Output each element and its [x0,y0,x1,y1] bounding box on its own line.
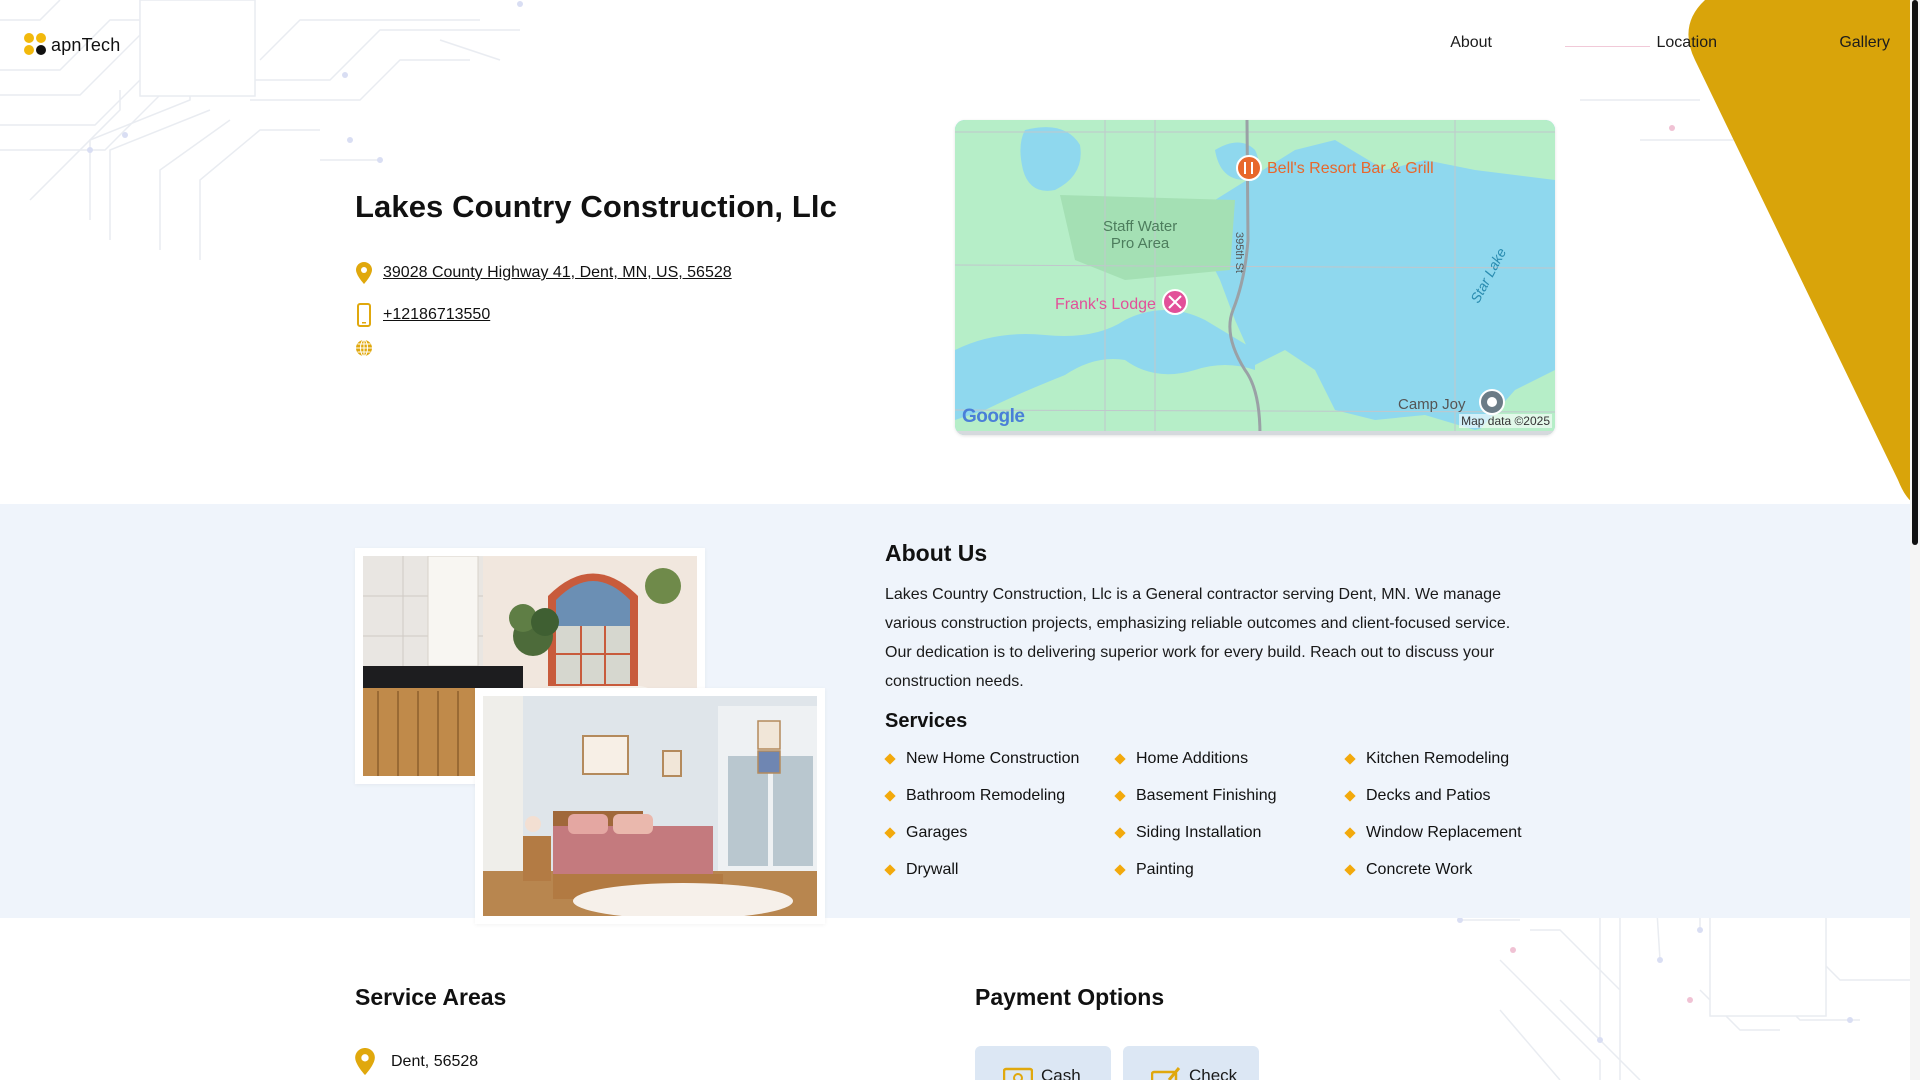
payment-cash-label: Cash [1041,1066,1081,1080]
service-item: Kitchen Remodeling [1344,750,1510,768]
service-item: Window Replacement [1344,824,1522,842]
service-label: Decks and Patios [1366,787,1491,804]
scrollbar-thumb[interactable] [1912,0,1918,545]
payment-cash[interactable]: Cash [975,1046,1111,1080]
services-title: Services [885,710,968,732]
nav-divider [1565,46,1650,47]
nav-about[interactable]: About [1450,34,1492,52]
service-label: Window Replacement [1366,824,1522,841]
service-label: Painting [1136,861,1194,878]
hero-section: Lakes Country Construction, Llc 39028 Co… [0,92,1920,504]
map-label-staff-line2: Pro Area [1110,235,1170,252]
diamond-bullet-icon [1344,827,1356,839]
diamond-bullet-icon [1114,753,1126,765]
service-item: New Home Construction [884,750,1080,768]
service-item: Siding Installation [1114,824,1262,842]
globe-icon[interactable] [355,339,373,357]
service-item: Decks and Patios [1344,787,1491,805]
diamond-bullet-icon [1114,827,1126,839]
location-map[interactable]: Bell's Resort Bar & Grill Frank's Lodge … [955,120,1555,435]
payment-check-label: Check [1189,1066,1238,1080]
map-label-bells-resort[interactable]: Bell's Resort Bar & Grill [1267,160,1434,178]
service-item: Basement Finishing [1114,787,1277,805]
website-row [355,339,383,357]
logo-mark-icon [24,33,48,57]
diamond-bullet-icon [884,753,896,765]
google-logo-text: Google [962,406,1025,427]
nav-location[interactable]: Location [1657,34,1718,52]
diamond-bullet-icon [1114,790,1126,802]
service-label: Garages [906,824,968,841]
diamond-bullet-icon [1344,864,1356,876]
logo-text: apnTech [51,34,121,55]
areas-payment-section: Service Areas Dent, 56528 Payment Option… [0,918,1920,1080]
payment-options-title: Payment Options [975,984,1165,1010]
about-section: About Us Lakes Country Construction, Llc… [0,504,1910,924]
phone-row: +12186713550 [355,303,490,327]
map-label-camp-joy[interactable]: Camp Joy [1398,396,1466,413]
map-pin-icon [355,1048,375,1075]
cash-icon [1003,1066,1033,1080]
payment-check[interactable]: Check [1123,1046,1259,1080]
business-name: Lakes Country Construction, Llc [355,189,837,224]
service-label: Home Additions [1136,750,1249,767]
logo[interactable]: apnTech [24,32,120,58]
bedroom-photo [475,688,825,924]
service-areas-title: Service Areas [355,984,507,1010]
diamond-bullet-icon [884,864,896,876]
diamond-bullet-icon [1344,753,1356,765]
service-item: Painting [1114,861,1194,879]
service-area-item: Dent, 56528 [355,1048,478,1075]
about-title: About Us [885,540,988,566]
map-label-franks-lodge[interactable]: Frank's Lodge [1055,296,1156,314]
map-label-staff-water: Staff Water Pro Area [1103,218,1177,252]
diamond-bullet-icon [884,827,896,839]
service-item: Home Additions [1114,750,1249,768]
service-item: Garages [884,824,968,842]
diamond-bullet-icon [1344,790,1356,802]
service-label: Concrete Work [1366,861,1473,878]
check-icon [1151,1066,1181,1080]
service-item: Concrete Work [1344,861,1473,879]
service-label: Siding Installation [1136,824,1262,841]
map-pin-icon [355,262,373,284]
service-area-label: Dent, 56528 [391,1052,479,1070]
map-label-staff-line1: Staff Water [1103,218,1178,235]
service-label: Bathroom Remodeling [906,787,1066,804]
nav-gallery[interactable]: Gallery [1839,34,1890,52]
mobile-phone-icon [355,303,373,327]
page-scrollbar[interactable] [1910,0,1920,1080]
service-label: New Home Construction [906,750,1080,767]
address-link[interactable]: 39028 County Highway 41, Dent, MN, US, 5… [383,264,732,282]
diamond-bullet-icon [884,790,896,802]
diamond-bullet-icon [1114,864,1126,876]
map-attribution: Map data ©2025 [1459,414,1552,428]
service-item: Bathroom Remodeling [884,787,1066,805]
service-label: Basement Finishing [1136,787,1277,804]
phone-link[interactable]: +12186713550 [383,306,490,324]
bedroom-image [483,696,817,916]
site-header: apnTech About Location Gallery [0,0,1920,92]
service-label: Kitchen Remodeling [1366,750,1510,767]
address-row: 39028 County Highway 41, Dent, MN, US, 5… [355,262,732,284]
google-logo: Google [962,406,1025,428]
service-label: Drywall [906,861,959,878]
service-item: Drywall [884,861,959,879]
map-label-road: 395th St [1233,232,1245,273]
about-description: Lakes Country Construction, Llc is a Gen… [885,586,1511,690]
